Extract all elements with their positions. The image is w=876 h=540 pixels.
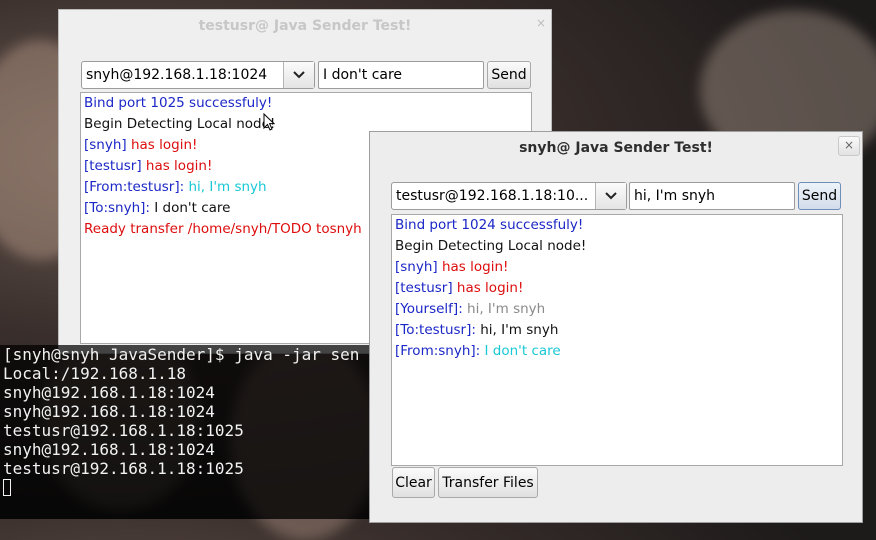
log-line: [snyh] has login! — [392, 257, 842, 278]
log-line: Bind port 1024 successfuly! — [392, 215, 842, 236]
log-line: Begin Detecting Local node! — [392, 236, 842, 257]
log-segment: [From:testusr]: — [84, 179, 185, 195]
terminal-line: snyh@192.168.1.18:1024 — [3, 402, 215, 421]
log-segment: [To:testusr]: — [395, 322, 476, 338]
log-segment: Bind port 1024 successfuly! — [395, 217, 584, 233]
close-icon: × — [535, 16, 547, 30]
window-titlebar[interactable]: testusr@ Java Sender Test! — [59, 10, 551, 42]
log-line: [To:testusr]: hi, I'm snyh — [392, 320, 842, 341]
log-segment: Begin Detecting Local node! — [84, 116, 276, 132]
window-titlebar[interactable]: snyh@ Java Sender Test! — [370, 132, 862, 164]
window-title: testusr@ Java Sender Test! — [198, 18, 412, 34]
message-input[interactable]: hi, I'm snyh — [629, 182, 795, 210]
log-segment: Ready transfer /home/snyh/TODO tosnyh — [84, 221, 362, 237]
terminal-line: [snyh@snyh JavaSender]$ java -jar sen — [3, 345, 360, 364]
log-segment: [snyh] — [395, 259, 438, 275]
sender-window-snyh: snyh@ Java Sender Test! × testusr@192.16… — [369, 131, 863, 523]
log-segment: Begin Detecting Local node! — [395, 238, 587, 254]
chevron-down-icon[interactable] — [595, 183, 626, 209]
close-icon: × — [843, 138, 855, 152]
terminal-output[interactable]: [snyh@snyh JavaSender]$ java -jar sen Loc… — [0, 345, 370, 519]
log-segment: [testusr] — [395, 280, 453, 296]
log-segment: has login! — [126, 137, 198, 153]
log-segment: has login! — [452, 280, 524, 296]
log-segment: hi, I'm snyh — [475, 322, 559, 338]
message-log: Bind port 1024 successfuly! Begin Detecti… — [391, 214, 843, 466]
terminal-line: testusr@192.168.1.18:1025 — [3, 459, 244, 478]
target-user-value: testusr@192.168.1.18:10... — [396, 188, 589, 204]
log-segment: I don't care — [480, 343, 561, 359]
target-user-value: snyh@192.168.1.18:1024 — [86, 67, 268, 83]
log-segment: [From:snyh]: — [395, 343, 481, 359]
log-segment: [snyh] — [84, 137, 127, 153]
message-input[interactable]: I don't care — [318, 61, 484, 89]
log-segment: [testusr] — [84, 158, 142, 174]
log-segment: Bind port 1025 successfuly! — [84, 95, 273, 111]
clear-button[interactable]: Clear — [392, 467, 435, 498]
chevron-down-icon[interactable] — [283, 62, 314, 88]
log-line: [From:snyh]: I don't care — [392, 341, 842, 362]
log-segment: has login! — [141, 158, 213, 174]
log-segment: [To:snyh]: — [84, 200, 150, 216]
terminal-prompt-line[interactable] — [0, 478, 370, 497]
close-window-button[interactable]: × — [531, 15, 551, 33]
send-button[interactable]: Send — [487, 61, 531, 89]
log-segment: I don't care — [149, 200, 231, 216]
terminal-line: testusr@192.168.1.18:1025 — [3, 421, 244, 440]
transfer-files-button[interactable]: Transfer Files — [438, 467, 538, 498]
window-title: snyh@ Java Sender Test! — [519, 140, 713, 156]
log-segment: has login! — [437, 259, 509, 275]
log-line: [testusr] has login! — [392, 278, 842, 299]
terminal-cursor — [3, 479, 11, 496]
target-user-combo[interactable]: testusr@192.168.1.18:10... — [391, 182, 627, 210]
close-window-button[interactable]: × — [838, 136, 860, 156]
terminal-line: Local:/192.168.1.18 — [3, 364, 187, 383]
log-line: Bind port 1025 successfuly! — [81, 93, 531, 114]
terminal-line: snyh@192.168.1.18:1024 — [3, 383, 215, 402]
target-user-combo[interactable]: snyh@192.168.1.18:1024 — [81, 61, 315, 89]
log-segment: hi, I'm snyh — [184, 179, 267, 195]
mouse-pointer-icon — [263, 113, 275, 131]
log-segment: [Yourself]: — [395, 301, 463, 317]
send-button[interactable]: Send — [798, 182, 841, 210]
terminal-line: snyh@192.168.1.18:1024 — [3, 440, 215, 459]
log-line: [Yourself]: hi, I'm snyh — [392, 299, 842, 320]
log-segment: hi, I'm snyh — [462, 301, 546, 317]
